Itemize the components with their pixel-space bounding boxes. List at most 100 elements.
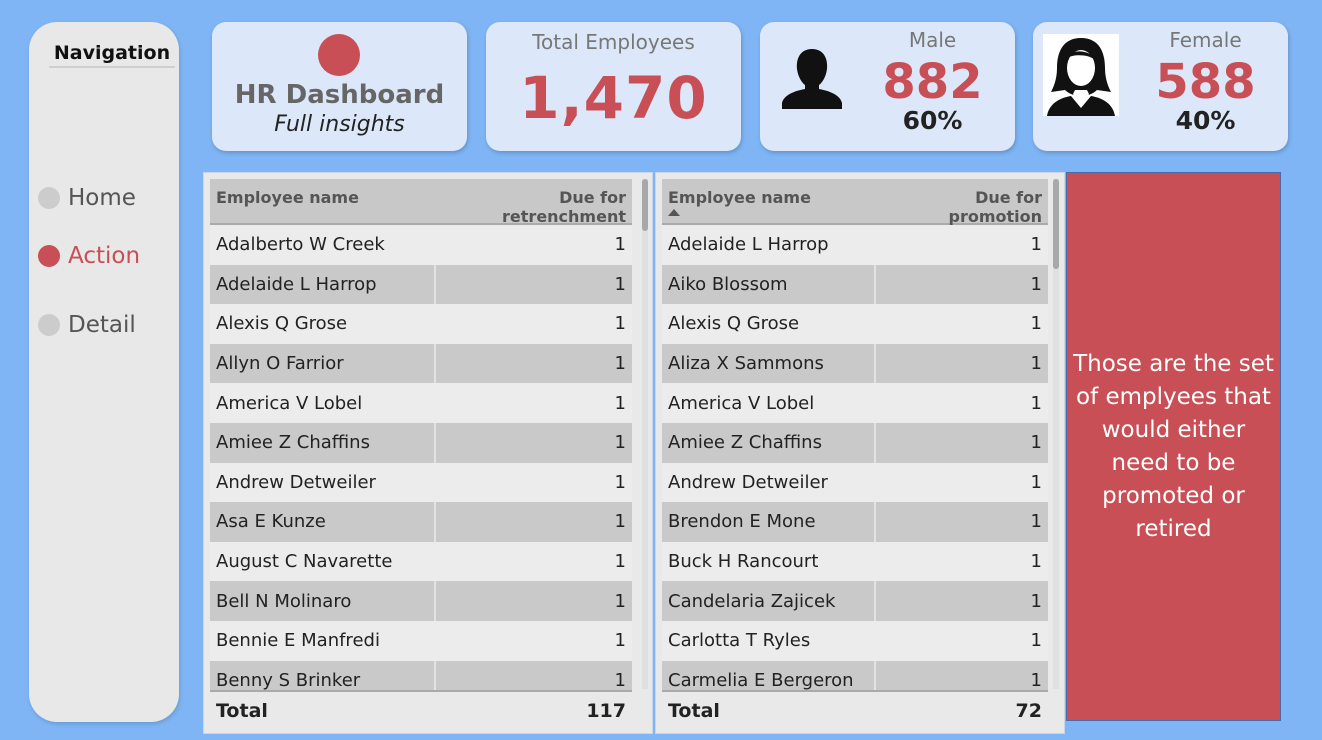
info-note: Those are the set of emplyees that would… <box>1066 172 1281 721</box>
table-row[interactable]: Bell N Molinaro 1 <box>210 581 632 621</box>
employee-name-cell: America V Lobel <box>668 392 815 414</box>
value-cell: 1 <box>1030 630 1042 652</box>
table-total-row: Total 117 <box>210 690 632 730</box>
table-row[interactable]: Bennie E Manfredi 1 <box>210 620 632 661</box>
promotion-table: Employee name Due for promotion Adelaide… <box>655 172 1065 734</box>
table-row[interactable]: Carlotta T Ryles 1 <box>662 620 1048 661</box>
nav-item-label: Detail <box>68 312 136 338</box>
employee-name-cell: August C Navarette <box>216 551 393 573</box>
page-title: HR Dashboard <box>234 80 445 110</box>
total-label: Total <box>668 700 720 722</box>
table-body: Adalberto W Creek 1 Adelaide L Harrop 1 Alex… <box>210 225 632 701</box>
total-value: 72 <box>1015 700 1042 722</box>
value-cell: 1 <box>1030 353 1042 375</box>
table-row[interactable]: Adelaide L Harrop 1 <box>210 264 632 305</box>
vertical-scrollbar[interactable] <box>1053 179 1059 689</box>
title-card: HR Dashboard Full insights <box>212 22 467 151</box>
value-cell: 1 <box>614 551 626 573</box>
table-row[interactable]: Andrew Detweiler 1 <box>662 462 1048 503</box>
table-row[interactable]: Amiee Z Chaffins 1 <box>210 422 632 463</box>
total-employees-card: Total Employees 1,470 <box>486 22 741 151</box>
male-count: 882 <box>882 54 983 110</box>
male-percent: 60% <box>902 106 963 135</box>
table-row[interactable]: Allyn O Farrior 1 <box>210 343 632 384</box>
table-row[interactable]: Adalberto W Creek 1 <box>210 225 632 265</box>
employee-name-cell: Adalberto W Creek <box>216 234 385 256</box>
column-header-due-for-promotion[interactable]: Due for promotion <box>876 179 1048 226</box>
table-row[interactable]: Candelaria Zajicek 1 <box>662 581 1048 621</box>
female-label: Female <box>1169 28 1242 52</box>
table-row[interactable]: August C Navarette 1 <box>210 541 632 582</box>
value-cell: 1 <box>614 234 626 256</box>
employee-name-cell: Andrew Detweiler <box>668 471 828 493</box>
employee-name-cell: Allyn O Farrior <box>210 343 436 384</box>
employee-name-cell: Bell N Molinaro <box>210 581 436 621</box>
employee-name-cell: Aliza X Sammons <box>662 343 876 384</box>
logo-dot-icon <box>318 34 360 76</box>
nav-dot-icon <box>38 187 60 209</box>
table-row[interactable]: Buck H Rancourt 1 <box>662 541 1048 582</box>
female-icon <box>1043 34 1119 116</box>
total-employees-value: 1,470 <box>519 64 708 132</box>
table-row[interactable]: Alexis Q Grose 1 <box>210 304 632 344</box>
scrollbar-thumb[interactable] <box>642 179 648 231</box>
table-row[interactable]: America V Lobel 1 <box>662 383 1048 423</box>
employee-name-cell: Adelaide L Harrop <box>210 264 436 305</box>
column-header-employee-name[interactable]: Employee name <box>210 179 436 223</box>
value-cell: 1 <box>1030 511 1042 533</box>
value-cell: 1 <box>614 471 626 493</box>
info-note-text: Those are the set of emplyees that would… <box>1073 350 1274 542</box>
value-cell: 1 <box>1030 471 1042 493</box>
nav-item-home[interactable]: Home <box>38 185 136 211</box>
column-header-due-for-retrenchment[interactable]: Due for retrenchment <box>436 179 632 226</box>
retrenchment-table: Employee name Due for retrenchment Adalb… <box>203 172 653 734</box>
value-cell: 1 <box>1030 432 1042 454</box>
table-row[interactable]: America V Lobel 1 <box>210 383 632 423</box>
table-header: Employee name Due for promotion <box>662 179 1048 226</box>
value-cell: 1 <box>1030 273 1042 295</box>
page-subtitle: Full insights <box>274 112 405 137</box>
table-row[interactable]: Adelaide L Harrop 1 <box>662 225 1048 265</box>
navigation-panel: Navigation Home Action Detail <box>29 22 179 722</box>
nav-item-label: Home <box>68 185 136 211</box>
nav-dot-icon <box>38 314 60 336</box>
table-row[interactable]: Aliza X Sammons 1 <box>662 343 1048 384</box>
employee-name-cell: Buck H Rancourt <box>668 551 819 573</box>
navigation-title: Navigation <box>49 42 175 68</box>
table-row[interactable]: Brendon E Mone 1 <box>662 502 1048 542</box>
value-cell: 1 <box>614 313 626 335</box>
value-cell: 1 <box>1030 313 1042 335</box>
table-row[interactable]: Amiee Z Chaffins 1 <box>662 422 1048 463</box>
nav-item-label: Action <box>68 243 141 269</box>
value-cell: 1 <box>614 273 626 295</box>
total-value: 117 <box>586 700 626 722</box>
value-cell: 1 <box>1030 392 1042 414</box>
value-cell: 1 <box>1030 590 1042 612</box>
column-header-employee-name[interactable]: Employee name <box>662 179 876 223</box>
nav-item-action[interactable]: Action <box>38 243 140 269</box>
employee-name-cell: Candelaria Zajicek <box>662 581 876 621</box>
value-cell: 1 <box>614 511 626 533</box>
scrollbar-thumb[interactable] <box>1053 179 1059 269</box>
male-label: Male <box>908 28 957 52</box>
nav-item-detail[interactable]: Detail <box>38 312 136 338</box>
vertical-scrollbar[interactable] <box>642 179 648 689</box>
employee-name-cell: Brendon E Mone <box>662 502 876 542</box>
table-row[interactable]: Aiko Blossom 1 <box>662 264 1048 305</box>
employee-name-cell: Bennie E Manfredi <box>216 630 380 652</box>
total-employees-label: Total Employees <box>532 30 695 54</box>
table-row[interactable]: Asa E Kunze 1 <box>210 502 632 542</box>
sort-ascending-icon <box>668 209 680 216</box>
table-row[interactable]: Andrew Detweiler 1 <box>210 462 632 503</box>
employee-name-cell: Alexis Q Grose <box>668 313 800 335</box>
employee-name-cell: Amiee Z Chaffins <box>210 422 436 463</box>
value-cell: 1 <box>614 432 626 454</box>
employee-name-cell: Andrew Detweiler <box>216 471 376 493</box>
female-count: 588 <box>1155 54 1256 110</box>
female-card: Female 588 40% <box>1033 22 1288 151</box>
table-row[interactable]: Alexis Q Grose 1 <box>662 304 1048 344</box>
nav-dot-icon <box>38 245 60 267</box>
value-cell: 1 <box>614 353 626 375</box>
value-cell: 1 <box>614 630 626 652</box>
male-icon <box>782 49 842 109</box>
